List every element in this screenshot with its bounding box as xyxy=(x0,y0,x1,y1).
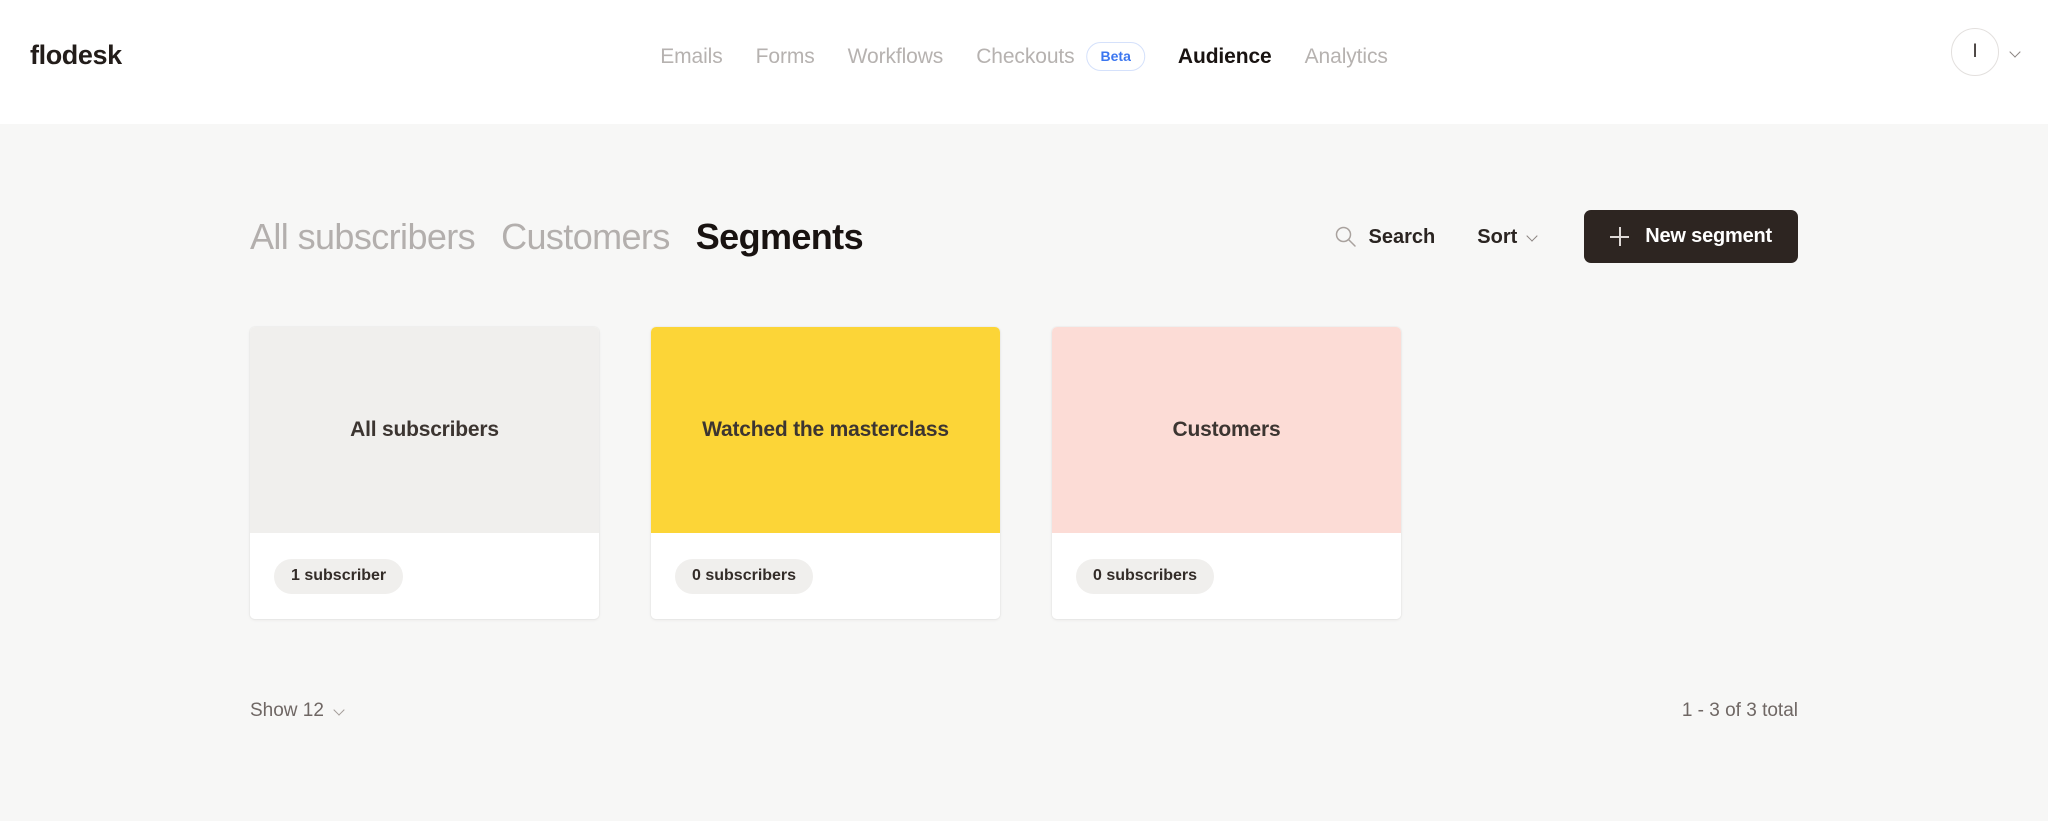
subscriber-count-badge: 0 subscribers xyxy=(1076,558,1215,594)
nav-item-emails[interactable]: Emails xyxy=(660,46,723,67)
segment-card-title: Watched the masterclass xyxy=(702,417,949,441)
nav-item-audience[interactable]: Audience xyxy=(1178,46,1272,67)
nav-item-analytics[interactable]: Analytics xyxy=(1305,46,1388,67)
segment-card-thumbnail: Watched the masterclass xyxy=(651,327,1000,533)
chevron-down-icon xyxy=(1528,231,1539,242)
tab-customers[interactable]: Customers xyxy=(501,218,670,255)
segment-card[interactable]: Customers 0 subscribers xyxy=(1052,327,1401,619)
segment-card-title: Customers xyxy=(1172,417,1281,441)
main-navigation: Emails Forms Workflows Checkouts Beta Au… xyxy=(660,42,1388,71)
avatar[interactable]: I xyxy=(1951,28,1999,76)
tab-all-subscribers[interactable]: All subscribers xyxy=(250,218,476,255)
page-size-label: Show 12 xyxy=(250,700,324,721)
page-size-dropdown[interactable]: Show 12 xyxy=(250,701,345,720)
sort-dropdown[interactable]: Sort xyxy=(1477,227,1539,247)
nav-item-checkouts-group: Checkouts Beta xyxy=(976,42,1145,71)
segment-card[interactable]: Watched the masterclass 0 subscribers xyxy=(651,327,1000,619)
top-header: flodesk Emails Forms Workflows Checkouts… xyxy=(0,0,2048,124)
avatar-initial: I xyxy=(1972,41,1978,62)
segment-card-thumbnail: Customers xyxy=(1052,327,1401,533)
subscriber-count-badge: 0 subscribers xyxy=(675,558,814,594)
nav-item-workflows[interactable]: Workflows xyxy=(848,46,944,67)
nav-item-forms[interactable]: Forms xyxy=(756,46,815,67)
pagination-footer: Show 12 1 - 3 of 3 total xyxy=(250,701,1798,720)
chevron-down-icon xyxy=(335,706,345,716)
segments-grid: All subscribers 1 subscriber Watched the… xyxy=(250,327,1798,619)
account-menu[interactable]: I xyxy=(1951,28,2022,76)
tab-segments[interactable]: Segments xyxy=(696,218,864,255)
segment-card-thumbnail: All subscribers xyxy=(250,327,599,533)
segment-card-footer: 0 subscribers xyxy=(651,533,1000,619)
segment-card-footer: 1 subscriber xyxy=(250,533,599,619)
segment-card-title: All subscribers xyxy=(350,417,499,441)
subscriber-count-badge: 1 subscriber xyxy=(274,558,404,594)
toolbar-actions: Search Sort New segment xyxy=(1334,210,1798,263)
pagination-summary: 1 - 3 of 3 total xyxy=(1681,700,1798,721)
new-segment-button[interactable]: New segment xyxy=(1584,210,1798,263)
search-icon xyxy=(1335,226,1356,247)
page-body: All subscribers Customers Segments Searc… xyxy=(0,124,2048,821)
plus-icon xyxy=(1610,227,1630,246)
audience-tabs: All subscribers Customers Segments xyxy=(250,218,864,255)
sort-label: Sort xyxy=(1477,225,1518,248)
new-segment-label: New segment xyxy=(1645,225,1772,247)
nav-item-checkouts[interactable]: Checkouts xyxy=(976,46,1074,67)
beta-badge[interactable]: Beta xyxy=(1086,42,1145,71)
segment-card[interactable]: All subscribers 1 subscriber xyxy=(250,327,599,619)
brand-logo[interactable]: flodesk xyxy=(30,42,122,69)
chevron-down-icon[interactable] xyxy=(2011,47,2022,58)
segment-card-footer: 0 subscribers xyxy=(1052,533,1401,619)
search-label: Search xyxy=(1368,225,1436,248)
content-container: All subscribers Customers Segments Searc… xyxy=(250,124,1798,720)
search-button[interactable]: Search xyxy=(1334,225,1436,248)
page-toolbar: All subscribers Customers Segments Searc… xyxy=(250,124,1798,263)
